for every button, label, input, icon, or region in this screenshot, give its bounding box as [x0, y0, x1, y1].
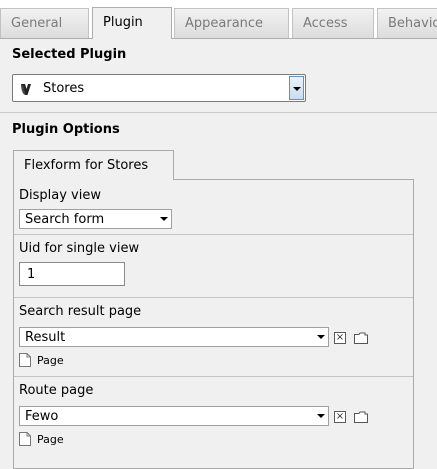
- clear-icon[interactable]: ×: [334, 411, 346, 423]
- selected-plugin-heading: Selected Plugin: [12, 47, 127, 62]
- route-page-page-type: Page: [37, 433, 64, 446]
- display-view-value: Search form: [25, 212, 105, 227]
- display-view-select[interactable]: Search form: [19, 209, 172, 229]
- display-view-label: Display view: [19, 188, 101, 203]
- page-icon: [19, 432, 31, 446]
- chevron-down-icon: [317, 335, 325, 339]
- flexform-panel: Display view Search form Uid for single …: [13, 179, 414, 469]
- plugin-select-value: Stores: [43, 81, 85, 96]
- tab-access[interactable]: Access: [292, 8, 374, 38]
- folder-icon[interactable]: [354, 332, 368, 344]
- tab-flexform-stores[interactable]: Flexform for Stores: [13, 150, 174, 180]
- divider: [0, 112, 437, 113]
- search-result-page-type: Page: [37, 354, 64, 367]
- uid-single-view-input[interactable]: 1: [19, 262, 125, 286]
- page-icon: [19, 353, 31, 367]
- route-page-row: Route page Fewo × Page: [14, 376, 413, 456]
- typo3-logo-icon: [21, 84, 31, 95]
- search-result-row: Search result page Result × Page: [14, 297, 413, 377]
- search-result-select[interactable]: Result: [19, 327, 329, 347]
- uid-single-view-row: Uid for single view 1: [14, 234, 413, 298]
- display-view-row: Display view Search form: [14, 180, 413, 235]
- plugin-dropdown-button[interactable]: [289, 76, 304, 100]
- plugin-options-heading: Plugin Options: [12, 122, 120, 137]
- chevron-down-icon: [317, 414, 325, 418]
- route-page-label: Route page: [19, 383, 94, 398]
- chevron-down-icon: [160, 217, 168, 221]
- tab-appearance[interactable]: Appearance: [174, 8, 289, 38]
- tab-general[interactable]: General: [0, 8, 89, 38]
- route-page-select[interactable]: Fewo: [19, 406, 329, 426]
- clear-icon[interactable]: ×: [334, 332, 346, 344]
- search-result-value: Result: [25, 330, 66, 345]
- route-page-value: Fewo: [25, 409, 59, 424]
- search-result-label: Search result page: [19, 304, 142, 319]
- tab-behavior[interactable]: Behavior: [377, 8, 437, 38]
- folder-icon[interactable]: [354, 411, 368, 423]
- tab-plugin[interactable]: Plugin: [92, 7, 172, 39]
- uid-single-view-label: Uid for single view: [19, 241, 140, 256]
- tab-bar: General Plugin Appearance Access Behavio…: [0, 0, 437, 39]
- plugin-select[interactable]: Stores: [12, 74, 306, 102]
